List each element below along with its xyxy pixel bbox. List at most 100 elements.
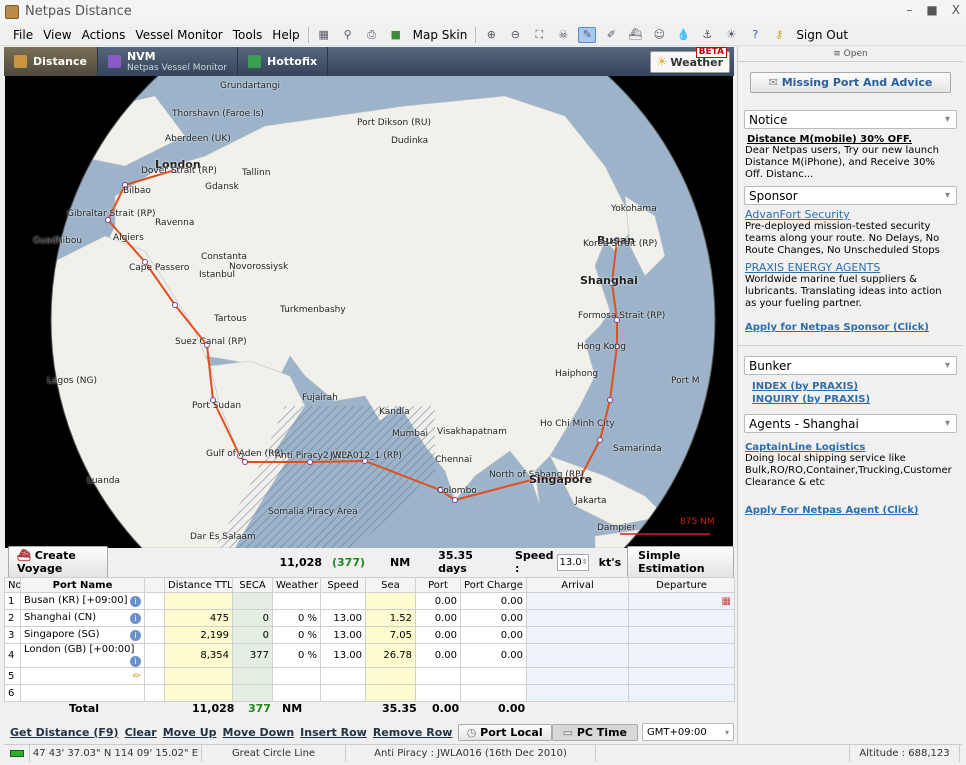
agent-link[interactable]: CaptainLine Logistics xyxy=(745,442,956,453)
missing-port-button[interactable]: ✉ Missing Port And Advice xyxy=(750,72,951,93)
column-header[interactable]: No xyxy=(4,577,21,593)
info-icon[interactable]: i xyxy=(130,656,141,667)
map-skin-icon[interactable]: ■ xyxy=(387,27,405,43)
notice-select[interactable]: Notice xyxy=(744,110,957,129)
info-icon[interactable]: i xyxy=(130,613,141,624)
insert-row-link[interactable]: Insert Row xyxy=(300,726,367,739)
bunker-index-link[interactable]: INDEX (by PRAXIS) xyxy=(752,381,949,392)
cell-seca[interactable]: 0 xyxy=(232,626,273,644)
spin-icon[interactable]: ⇕ xyxy=(582,558,588,566)
sponsor-link-advanfort[interactable]: AdvanFort Security xyxy=(745,208,956,221)
cell[interactable] xyxy=(628,667,735,685)
sign-out-button[interactable]: Sign Out xyxy=(791,28,853,42)
cell-seca[interactable] xyxy=(232,592,273,610)
cell[interactable] xyxy=(526,609,629,627)
sponsor-link-praxis[interactable]: PRAXIS ENERGY AGENTS xyxy=(745,261,956,274)
weather-icon[interactable]: ☀ xyxy=(722,27,740,43)
cell[interactable] xyxy=(144,592,165,610)
cell-no[interactable]: 5 xyxy=(4,667,21,685)
cell-portd[interactable]: 0.00 xyxy=(415,626,461,644)
piracy-icon[interactable]: ☠ xyxy=(554,27,572,43)
cell-no[interactable]: 2 xyxy=(4,609,21,627)
column-header[interactable]: Port xyxy=(415,577,461,593)
cell[interactable]: ▦ xyxy=(628,592,735,610)
cell[interactable] xyxy=(628,643,735,668)
table-row[interactable]: 3 Singapore (SG) i 2,199 0 0 % 13.00 7.05 0.00 0.… xyxy=(4,626,735,644)
pencil-icon[interactable]: ✏ xyxy=(133,671,141,682)
cell-charge[interactable]: 0.00 xyxy=(460,626,527,644)
cell[interactable] xyxy=(628,609,735,627)
cell-charge[interactable]: 0.00 xyxy=(460,643,527,668)
close-button[interactable]: X xyxy=(952,3,960,17)
info-icon[interactable]: i xyxy=(130,596,141,607)
agents-select[interactable]: Agents - Shanghai xyxy=(744,414,957,433)
move-down-link[interactable]: Move Down xyxy=(223,726,295,739)
notice-headline[interactable]: Distance M(mobile) 30% OFF. xyxy=(747,134,954,145)
calendar-icon[interactable]: ▦ xyxy=(315,27,333,43)
column-header[interactable]: Weather xyxy=(272,577,321,593)
map-view[interactable]: Grundartangi Thorshavn (Faroe Is) Aberdeen… xyxy=(5,76,733,548)
bunker-drop-icon[interactable]: 💧 xyxy=(674,27,692,43)
route-waypoint[interactable] xyxy=(242,459,248,465)
menu-actions[interactable]: Actions xyxy=(77,28,131,42)
get-distance-link[interactable]: Get Distance (F9) xyxy=(10,726,119,739)
table-row[interactable]: 5 ✏ xyxy=(4,667,735,685)
fit-icon[interactable]: ⛶ xyxy=(530,27,548,43)
cell-port[interactable]: Shanghai (CN) i xyxy=(20,609,145,627)
cell-speed[interactable] xyxy=(320,592,366,610)
cell[interactable] xyxy=(144,667,165,685)
table-row[interactable]: 1 Busan (KR) [+09:00] i 0.00 0.00 ▦ xyxy=(4,592,735,610)
cell-charge[interactable]: 0.00 xyxy=(460,609,527,627)
menu-vessel-monitor[interactable]: Vessel Monitor xyxy=(130,28,227,42)
cell-portd[interactable] xyxy=(415,667,461,685)
cell-speed[interactable]: 13.00 xyxy=(320,643,366,668)
cell-sea[interactable]: 1.52 xyxy=(365,609,416,627)
help-icon[interactable]: ? xyxy=(746,27,764,43)
cell-portd[interactable]: 0.00 xyxy=(415,592,461,610)
move-up-link[interactable]: Move Up xyxy=(163,726,217,739)
route-waypoint[interactable] xyxy=(452,497,458,503)
cell[interactable] xyxy=(526,592,629,610)
cell-sea[interactable] xyxy=(365,667,416,685)
bunker-inquiry-link[interactable]: INQUIRY (by PRAXIS) xyxy=(752,394,949,405)
clear-link[interactable]: Clear xyxy=(125,726,157,739)
cell-seca[interactable]: 377 xyxy=(232,643,273,668)
cell-port[interactable]: London (GB) [+00:00] i xyxy=(20,643,145,668)
tab-hottofix[interactable]: Hottofix xyxy=(238,47,329,76)
tab-distance[interactable]: Distance xyxy=(4,47,98,76)
cell-charge[interactable]: 0.00 xyxy=(460,592,527,610)
apply-agent-link[interactable]: Apply For Netpas Agent (Click) xyxy=(745,505,956,516)
cell[interactable] xyxy=(144,626,165,644)
bunker-select[interactable]: Bunker xyxy=(744,356,957,375)
route-waypoint[interactable] xyxy=(597,437,603,443)
cell-portd[interactable]: 0.00 xyxy=(415,609,461,627)
cell-speed[interactable]: 13.00 xyxy=(320,626,366,644)
port-local-button[interactable]: ◷ Port Local xyxy=(457,723,552,741)
route-waypoint[interactable] xyxy=(172,302,178,308)
cell-sea[interactable]: 7.05 xyxy=(365,626,416,644)
route-waypoint[interactable] xyxy=(607,397,613,403)
speed-input[interactable]: 13.0 ⇕ xyxy=(556,553,589,571)
column-header[interactable]: Port Name xyxy=(20,577,145,593)
cell-dist[interactable]: 2,199 xyxy=(164,626,233,644)
cell[interactable] xyxy=(526,643,629,668)
calendar-icon[interactable]: ▦ xyxy=(722,596,731,607)
info-icon[interactable]: i xyxy=(130,630,141,641)
table-row[interactable]: 2 Shanghai (CN) i 475 0 0 % 13.00 1.52 0.00 0.00 xyxy=(4,609,735,627)
cell-dist[interactable] xyxy=(164,667,233,685)
cell-weather[interactable]: 0 % xyxy=(272,643,321,668)
remove-row-link[interactable]: Remove Row xyxy=(373,726,453,739)
column-header[interactable]: Speed xyxy=(320,577,366,593)
column-header[interactable]: Port Charge xyxy=(460,577,527,593)
vessel-icon[interactable]: ⚓ xyxy=(698,27,716,43)
cell-dist[interactable] xyxy=(164,592,233,610)
cell-no[interactable]: 4 xyxy=(4,643,21,668)
cell-no[interactable]: 1 xyxy=(4,592,21,610)
column-header[interactable]: SECA xyxy=(232,577,273,593)
timezone-select[interactable]: GMT+09:00 ▾ xyxy=(642,723,734,741)
cell-portd[interactable]: 0.00 xyxy=(415,643,461,668)
notes-icon[interactable]: ✐ xyxy=(602,27,620,43)
cell-seca[interactable]: 0 xyxy=(232,609,273,627)
ship-icon[interactable]: ⛴ xyxy=(626,27,644,43)
zoom-out-icon[interactable]: ⊖ xyxy=(506,27,524,43)
